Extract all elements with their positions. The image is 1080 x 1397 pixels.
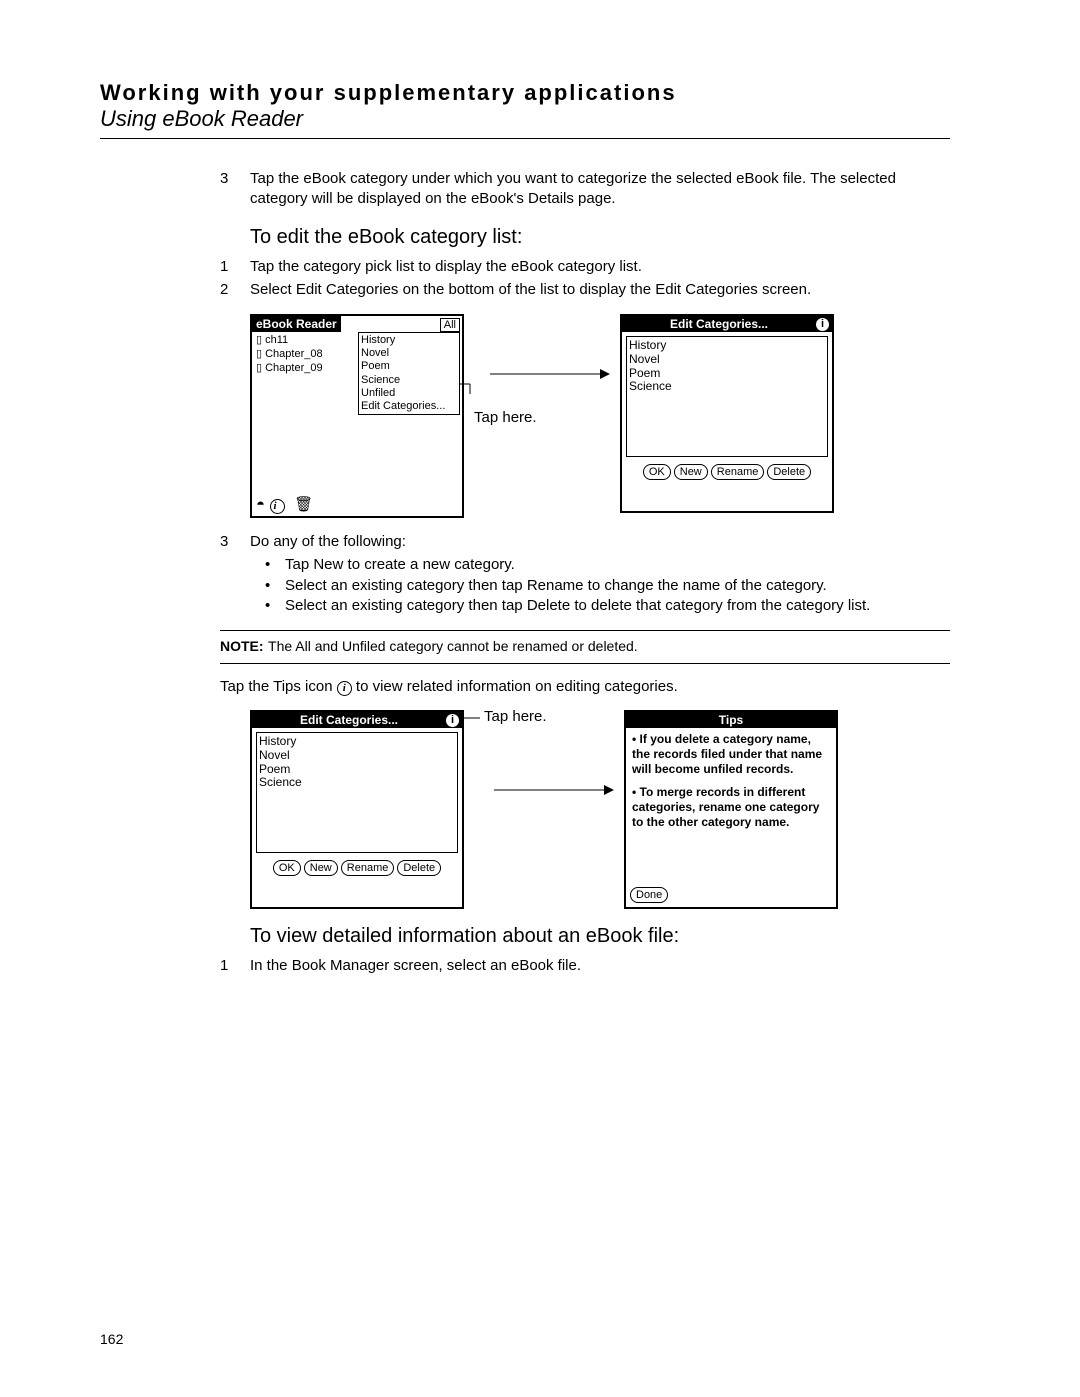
step-number: 1 bbox=[220, 257, 250, 277]
picklist-selected: All bbox=[444, 319, 456, 331]
step-number: 3 bbox=[220, 169, 250, 210]
note-label: NOTE: bbox=[220, 638, 264, 654]
picklist-item[interactable]: History bbox=[361, 334, 457, 347]
dialog-title: Edit Categories... bbox=[622, 316, 816, 332]
dialog-title: Tips bbox=[626, 712, 836, 728]
done-button[interactable]: Done bbox=[630, 887, 668, 903]
list-item[interactable]: Poem bbox=[259, 763, 455, 777]
note-divider bbox=[220, 663, 950, 664]
picklist-item[interactable]: Edit Categories... bbox=[361, 400, 457, 413]
section-heading: To edit the eBook category list: bbox=[250, 226, 950, 249]
list-item[interactable]: Science bbox=[259, 776, 455, 790]
picklist-item[interactable]: Unfiled bbox=[361, 387, 457, 400]
step-number: 3 bbox=[220, 532, 250, 552]
section-heading: To view detailed information about an eB… bbox=[250, 925, 950, 948]
figure-edit-category-list: eBook Reader All ▯ ch11 ▯ Chapter_08 ▯ C… bbox=[250, 314, 950, 518]
ok-button[interactable]: OK bbox=[273, 860, 301, 876]
note-divider bbox=[220, 630, 950, 631]
bullet-text: Tap New to create a new category. bbox=[285, 555, 515, 575]
figure-tips-dialog: Edit Categories... i History Novel Poem … bbox=[250, 710, 950, 909]
step-text: Select Edit Categories on the bottom of … bbox=[250, 280, 811, 300]
figure-caption: Tap here. bbox=[474, 409, 537, 426]
info-icon[interactable]: i bbox=[446, 714, 459, 727]
picklist-item[interactable]: Poem bbox=[361, 360, 457, 373]
list-item[interactable]: Novel bbox=[259, 749, 455, 763]
delete-button[interactable]: Delete bbox=[767, 464, 811, 480]
new-button[interactable]: New bbox=[304, 860, 338, 876]
list-item[interactable]: Science bbox=[629, 380, 825, 394]
delete-button[interactable]: Delete bbox=[397, 860, 441, 876]
chapter-heading-1: Working with your supplementary applicat… bbox=[100, 80, 950, 106]
list-item[interactable]: Novel bbox=[629, 353, 825, 367]
list-item[interactable]: History bbox=[629, 339, 825, 353]
category-list[interactable]: History Novel Poem Science bbox=[626, 336, 828, 457]
picklist-item[interactable]: Science bbox=[361, 374, 457, 387]
rename-button[interactable]: Rename bbox=[711, 464, 765, 480]
body-text: Tap the Tips icon bbox=[220, 678, 337, 695]
category-list[interactable]: History Novel Poem Science bbox=[256, 732, 458, 853]
ok-button[interactable]: OK bbox=[643, 464, 671, 480]
step-text: Tap the eBook category under which you w… bbox=[250, 169, 950, 210]
bullet-text: Select an existing category then tap Ren… bbox=[285, 576, 827, 596]
step-number: 2 bbox=[220, 280, 250, 300]
chapter-heading-2: Using eBook Reader bbox=[100, 106, 950, 132]
dialog-title: Edit Categories... bbox=[252, 712, 446, 728]
trash-icon[interactable]: 🗑 bbox=[294, 496, 318, 513]
list-item[interactable]: History bbox=[259, 735, 455, 749]
step-text: Do any of the following: bbox=[250, 532, 406, 552]
new-button[interactable]: New bbox=[674, 464, 708, 480]
page-number: 162 bbox=[100, 1331, 123, 1347]
figure-caption: Tap here. bbox=[484, 708, 547, 725]
rename-button[interactable]: Rename bbox=[341, 860, 395, 876]
bullet-text: Select an existing category then tap Del… bbox=[285, 596, 870, 616]
step-text: In the Book Manager screen, select an eB… bbox=[250, 956, 581, 976]
step-text: Tap the category pick list to display th… bbox=[250, 257, 642, 277]
app-title: eBook Reader bbox=[252, 316, 341, 332]
info-icon[interactable]: i bbox=[270, 499, 285, 514]
step-number: 1 bbox=[220, 956, 250, 976]
info-icon[interactable]: i bbox=[816, 318, 829, 331]
book-icon[interactable]: ◓ bbox=[256, 496, 270, 513]
note-text: The All and Unfiled category cannot be r… bbox=[268, 638, 638, 654]
tips-body: • If you delete a category name, the rec… bbox=[626, 728, 836, 884]
info-icon-inline: i bbox=[337, 681, 352, 696]
arrow-icon bbox=[490, 364, 650, 384]
body-text: to view related information on editing c… bbox=[352, 678, 678, 695]
arrow-icon bbox=[494, 780, 654, 800]
category-picklist[interactable]: All bbox=[440, 318, 460, 332]
header-rule bbox=[100, 138, 950, 139]
toolbar: ◓i 🗑 bbox=[252, 493, 322, 516]
picklist-item[interactable]: Novel bbox=[361, 347, 457, 360]
list-item[interactable]: Poem bbox=[629, 367, 825, 381]
